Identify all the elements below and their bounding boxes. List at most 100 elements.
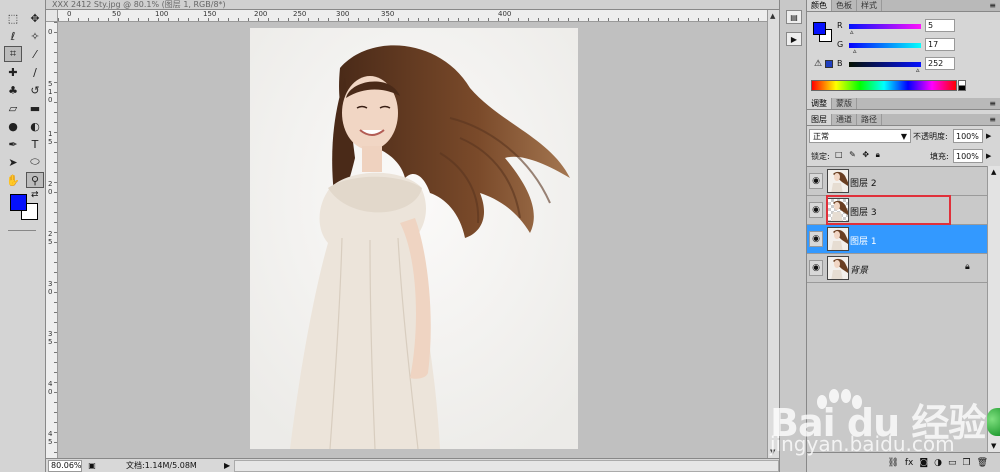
vertical-scrollbar[interactable]: ▲ ▼ xyxy=(767,10,779,458)
new-layer-icon[interactable]: ❐ xyxy=(962,458,970,468)
link-layers-icon[interactable]: ⛓ xyxy=(887,458,898,468)
layers-footer-toolbar: ⛓ fx ◙ ◑ ▭ ❐ 🗑︎ xyxy=(807,452,1000,472)
color-panel-foreground-swatch[interactable] xyxy=(813,22,826,35)
new-group-icon[interactable]: ▭ xyxy=(948,458,957,468)
horizontal-scrollbar[interactable] xyxy=(234,459,779,472)
fill-field[interactable]: 100% xyxy=(953,149,983,163)
visibility-eye-icon[interactable]: ◉ xyxy=(809,173,823,189)
healing-brush-tool-icon[interactable]: ✚ xyxy=(4,64,22,80)
ruler-left-label: 3 xyxy=(48,330,53,338)
foreground-color-swatch[interactable] xyxy=(10,194,27,211)
status-expand-arrow-icon[interactable]: ▶ xyxy=(224,461,230,470)
layer-name[interactable]: 图层 2 xyxy=(850,176,877,189)
swap-colors-icon[interactable]: ⇄ xyxy=(31,190,39,200)
tab-swatches[interactable]: 色板 xyxy=(832,0,857,11)
layer-name[interactable]: 图层 1 xyxy=(850,234,877,247)
status-menu-icon[interactable]: ▣ xyxy=(86,461,98,470)
clone-stamp-tool-icon[interactable]: ♣ xyxy=(4,82,22,98)
color-spectrum-bar[interactable] xyxy=(811,80,957,91)
gradient-tool-icon[interactable]: ▬ xyxy=(26,100,44,116)
history-brush-tool-icon[interactable]: ↺ xyxy=(26,82,44,98)
scroll-down-arrow-icon[interactable]: ▼ xyxy=(991,442,996,450)
layer-row-layer-1[interactable]: ◉ 图层 1 xyxy=(807,225,987,254)
panel-menu-icon[interactable]: ≡ xyxy=(989,0,1000,11)
opacity-arrow-icon[interactable]: ▶ xyxy=(986,132,991,140)
lock-options-icons[interactable]: □ ✎ ✥ 🔒︎ xyxy=(835,150,882,160)
tab-channels[interactable]: 通道 xyxy=(832,114,857,125)
panel-menu-icon[interactable]: ≡ xyxy=(989,98,1000,109)
path-selection-tool-icon[interactable]: ➤ xyxy=(4,154,22,170)
vertical-ruler[interactable]: 0 5 1 0 1 5 2 0 2 5 3 0 3 5 4 0 4 5 xyxy=(46,22,58,458)
ruler-left-label: 0 xyxy=(48,288,53,296)
dodge-tool-icon[interactable]: ◐ xyxy=(26,118,44,134)
crop-tool-icon[interactable]: ⌗ xyxy=(4,46,22,62)
blend-mode-dropdown[interactable]: 正常 ▼ xyxy=(809,129,911,143)
gamut-warning-icon[interactable]: ⚠ xyxy=(814,59,822,69)
layer-name[interactable]: 背景 xyxy=(850,263,868,276)
ruler-top-label: 50 xyxy=(112,10,121,18)
history-panel-icon[interactable]: ▤ xyxy=(786,10,802,24)
image-canvas[interactable] xyxy=(250,28,578,449)
ruler-left-label: 2 xyxy=(48,180,53,188)
brush-tool-icon[interactable]: ∕ xyxy=(26,64,44,80)
floating-side-button[interactable] xyxy=(987,408,1000,436)
tab-styles[interactable]: 样式 xyxy=(857,0,882,11)
green-slider-thumb-icon[interactable]: ▵ xyxy=(853,47,857,55)
black-white-swatch[interactable] xyxy=(958,80,966,91)
hand-tool-icon[interactable]: ✋ xyxy=(4,172,22,188)
visibility-eye-icon[interactable]: ◉ xyxy=(809,231,823,247)
layer-row-background[interactable]: ◉ 背景 🔒︎ xyxy=(807,254,987,283)
fill-arrow-icon[interactable]: ▶ xyxy=(986,152,991,160)
ruler-left-label: 1 xyxy=(48,88,53,96)
opacity-field[interactable]: 100% xyxy=(953,129,983,143)
tab-adjustments[interactable]: 调整 xyxy=(807,98,832,109)
type-tool-icon[interactable]: T xyxy=(26,136,44,152)
shape-tool-icon[interactable]: ⬭ xyxy=(26,154,44,170)
horizontal-ruler[interactable]: 0 50 100 150 200 250 300 350 400 xyxy=(58,10,767,22)
tab-masks[interactable]: 蒙版 xyxy=(832,98,857,109)
magic-wand-tool-icon[interactable]: ✧ xyxy=(26,28,44,44)
web-safe-color-swatch[interactable] xyxy=(825,60,833,68)
toolbar-divider xyxy=(8,230,36,231)
blue-slider-thumb-icon[interactable]: ▵ xyxy=(916,66,920,74)
annotation-highlight-box xyxy=(826,195,951,225)
scroll-down-arrow-icon[interactable]: ▼ xyxy=(770,448,775,456)
red-slider-thumb-icon[interactable]: ▵ xyxy=(850,28,854,36)
adjustment-layer-icon[interactable]: ◑ xyxy=(934,458,942,468)
zoom-tool-icon[interactable]: ⚲ xyxy=(26,172,44,188)
panel-menu-icon[interactable]: ≡ xyxy=(989,114,1000,125)
pen-tool-icon[interactable]: ✒ xyxy=(4,136,22,152)
add-mask-icon[interactable]: ◙ xyxy=(919,458,928,468)
eyedropper-tool-icon[interactable]: ⁄ xyxy=(26,46,44,62)
marquee-tool-icon[interactable]: ⬚ xyxy=(4,10,22,26)
layer-style-icon[interactable]: fx xyxy=(905,458,914,468)
visibility-eye-icon[interactable]: ◉ xyxy=(809,202,823,218)
actions-panel-icon[interactable]: ▶ xyxy=(786,32,802,46)
layers-panel-tabs: 图层 通道 路径 ≡ xyxy=(807,114,1000,126)
green-slider[interactable] xyxy=(849,43,921,48)
lasso-tool-icon[interactable]: ℓ xyxy=(4,28,22,44)
lock-label: 锁定: xyxy=(811,152,830,161)
blur-tool-icon[interactable]: ● xyxy=(4,118,22,134)
zoom-level-field[interactable]: 80.06% xyxy=(48,459,82,472)
document-tab-title[interactable]: XXX 2412 Sty.jpg @ 80.1% (图层 1, RGB/8*) xyxy=(46,0,779,10)
eraser-tool-icon[interactable]: ▱ xyxy=(4,100,22,116)
red-value-field[interactable]: 5 xyxy=(925,19,955,32)
tab-layers[interactable]: 图层 xyxy=(807,114,832,125)
green-value-field[interactable]: 17 xyxy=(925,38,955,51)
delete-layer-icon[interactable]: 🗑︎ xyxy=(977,458,988,468)
blue-value-field[interactable]: 252 xyxy=(925,57,955,70)
ruler-origin[interactable] xyxy=(46,10,58,22)
red-slider[interactable] xyxy=(849,24,921,29)
fill-label: 填充: xyxy=(930,152,949,161)
move-tool-icon[interactable]: ✥ xyxy=(26,10,44,26)
visibility-eye-icon[interactable]: ◉ xyxy=(809,260,823,276)
blue-slider[interactable] xyxy=(849,62,921,67)
tab-paths[interactable]: 路径 xyxy=(857,114,882,125)
tab-color[interactable]: 颜色 xyxy=(807,0,832,11)
ruler-left-label: 0 xyxy=(48,96,53,104)
layer-row-layer-2[interactable]: ◉ 图层 2 xyxy=(807,167,987,196)
scroll-up-arrow-icon[interactable]: ▲ xyxy=(991,168,996,176)
scroll-up-arrow-icon[interactable]: ▲ xyxy=(770,12,775,20)
ruler-left-label: 1 xyxy=(48,130,53,138)
